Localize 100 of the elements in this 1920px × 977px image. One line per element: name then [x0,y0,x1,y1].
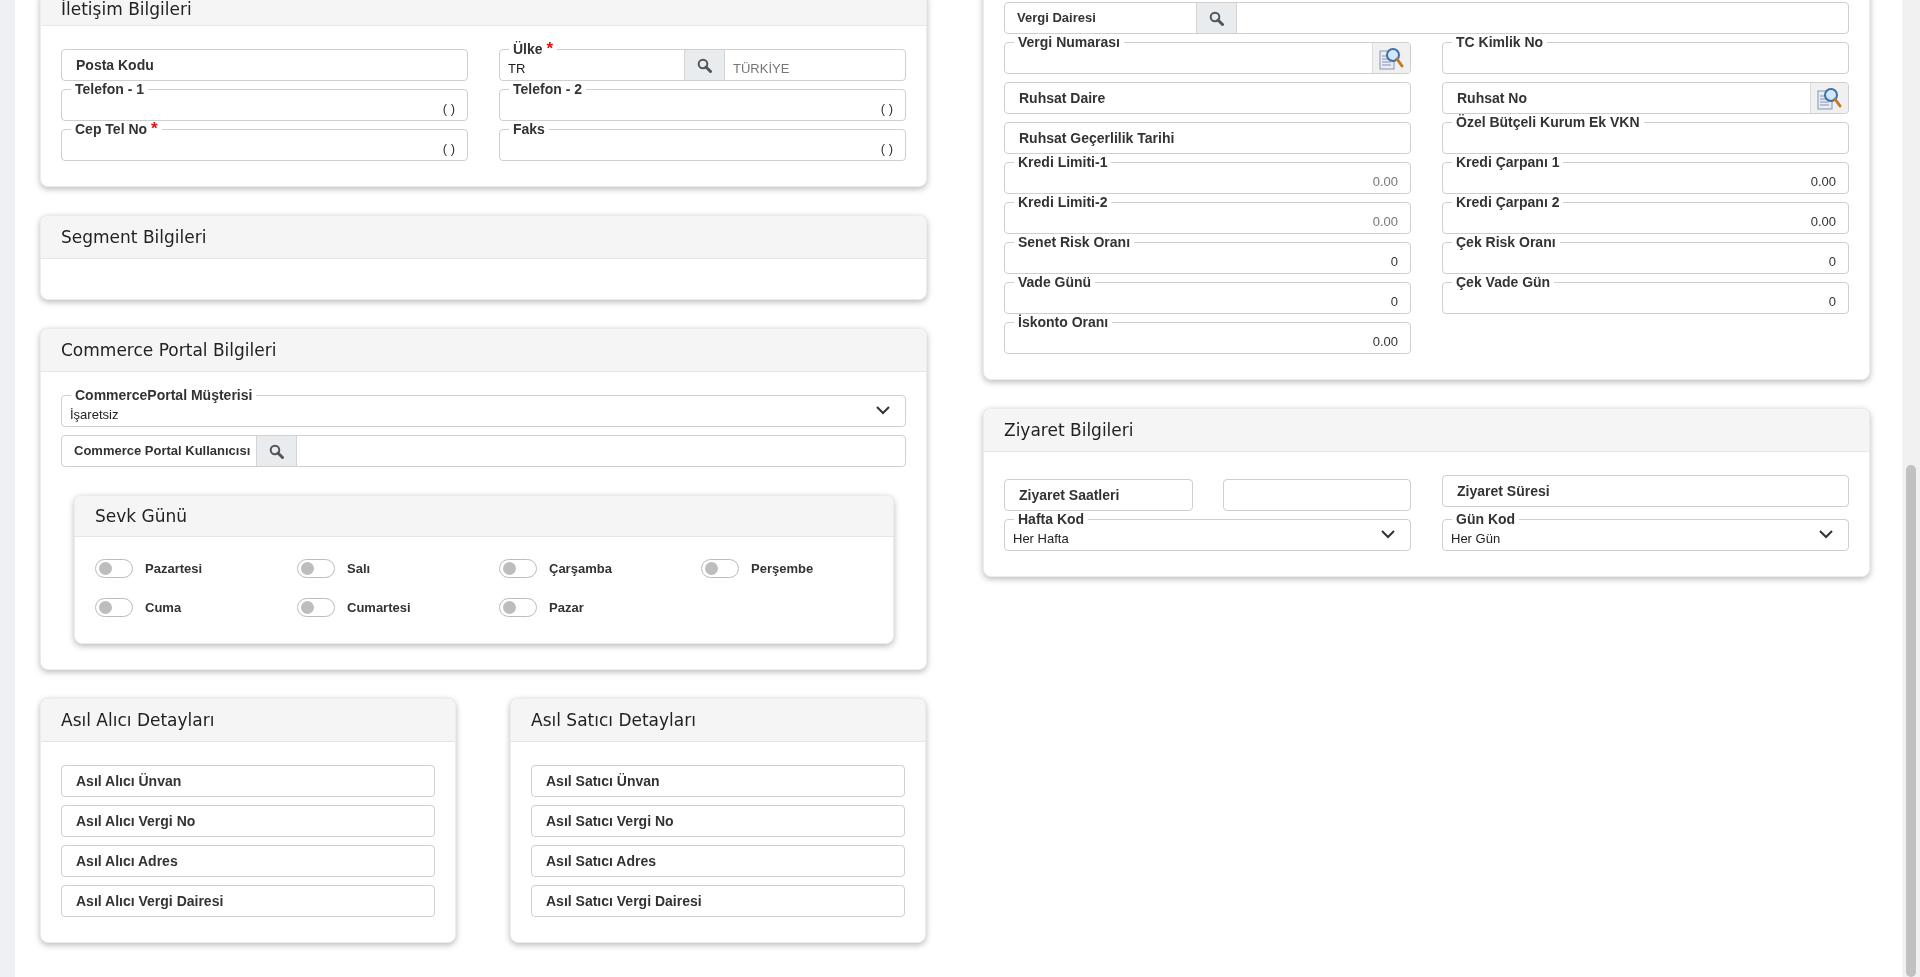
input-field[interactable]: Faks ( ) [499,121,906,161]
search-button[interactable] [1196,3,1237,33]
input-field[interactable]: Cep Tel No * ( ) [61,121,468,161]
input-field[interactable]: Ruhsat Daire [1004,82,1411,114]
field-value: ( ) [880,141,894,158]
field-label: Asıl Satıcı Vergi Dairesi [545,893,702,909]
input-field[interactable]: Ruhsat No [1442,82,1849,114]
field-label: Özel Bütçeli Kurum Ek VKN [1456,114,1640,130]
toggle-switch[interactable] [95,559,133,578]
field-label: İskonto Oranı [1018,314,1109,330]
field-label: Telefon - 2 [513,81,582,97]
input-field[interactable]: Telefon - 1 ( ) [61,81,468,121]
dropdown[interactable]: Hafta Kod Her Hafta [1004,511,1411,551]
field-label: Ruhsat No [1456,90,1527,106]
chevron-down-icon [1380,528,1396,540]
field-placeholder: 0.00 [1372,214,1399,231]
input-field[interactable]: Asıl Alıcı Vergi No [61,805,435,837]
input-field[interactable]: Kredi Çarpanı 1 0.00 [1442,154,1849,194]
field-label: Vergi Dairesi [1016,10,1097,26]
input-field[interactable]: Asıl Alıcı Adres [61,845,435,877]
field-value: 0 [1390,254,1399,271]
field-value: TR [508,61,526,76]
input-field[interactable] [1222,479,1411,511]
search-button[interactable] [684,50,725,80]
field-label: Hafta Kod [1018,511,1085,527]
dropdown[interactable]: Gün Kod Her Gün [1442,511,1849,551]
panel-title: Ziyaret Bilgileri [1004,420,1134,440]
search-button[interactable] [256,436,298,466]
field-label: Kredi Limiti-2 [1018,194,1108,210]
input-field[interactable]: Ruhsat Geçerlilik Tarihi [1004,122,1411,154]
field-label: Asıl Satıcı Ünvan [545,773,660,789]
toggle-switch[interactable] [297,559,335,578]
chevron-down-icon [875,404,891,416]
panel-title: Sevk Günü [95,506,188,526]
input-field[interactable]: Asıl Satıcı Adres [531,845,905,877]
input-field[interactable]: Çek Risk Oranı 0 [1442,234,1849,274]
field-label: Asıl Satıcı Vergi No [545,813,674,829]
toggle-switch[interactable] [297,598,335,617]
field-label: Vergi Numarası [1018,34,1120,50]
field-value: 0.00 [1810,214,1837,231]
required-mark: * [151,121,158,137]
switch-label: Salı [347,561,371,576]
input-field[interactable]: Özel Bütçeli Kurum Ek VKN [1442,114,1849,154]
dropdown-value: Her Gün [1450,531,1501,548]
input-field[interactable]: İskonto Oranı 0.00 [1004,314,1411,354]
input-field[interactable]: Asıl Alıcı Ünvan [61,765,435,797]
field-label: Gün Kod [1456,511,1516,527]
required-mark: * [546,41,554,57]
input-field[interactable]: Çek Vade Gün 0 [1442,274,1849,314]
toggle-switch[interactable] [95,598,133,617]
field-label: Asıl Alıcı Vergi No [75,813,196,829]
panel-title: İletişim Bilgileri [61,0,192,19]
toggle-switch[interactable] [499,559,537,578]
input-field[interactable]: Ülke * TR TÜRKİYE [499,41,906,81]
field-label: Asıl Alıcı Ünvan [75,773,182,789]
toggle-switch[interactable] [499,598,537,617]
field-label: Ruhsat Geçerlilik Tarihi [1018,130,1175,146]
input-field[interactable]: Asıl Satıcı Vergi Dairesi [531,885,905,917]
panel-title: Asıl Alıcı Detayları [61,710,215,730]
switch-label: Cuma [145,600,182,615]
field-label: Ülke [513,41,543,57]
input-field[interactable]: Ziyaret Süresi [1442,475,1849,507]
input-field[interactable]: Vergi Numarası [1004,34,1411,74]
field-label: Ziyaret Saatleri [1018,487,1120,503]
lookup-button[interactable] [1810,83,1848,113]
input-field[interactable]: Vergi Dairesi [1004,2,1849,34]
dropdown-value: İşaretsiz [69,407,119,424]
input-field[interactable]: Ziyaret Saatleri [1004,479,1193,511]
switch-label: Pazartesi [145,561,203,576]
input-field[interactable]: Commerce Portal Kullanıcısı [61,435,906,467]
input-field[interactable]: Kredi Çarpanı 2 0.00 [1442,194,1849,234]
input-field[interactable]: Senet Risk Oranı 0 [1004,234,1411,274]
scrollbar[interactable] [1902,0,1920,977]
input-field[interactable]: Asıl Alıcı Vergi Dairesi [61,885,435,917]
input-field[interactable]: Asıl Satıcı Vergi No [531,805,905,837]
field-label: Telefon - 1 [75,81,144,97]
field-label: Cep Tel No [75,121,148,137]
field-label: CommercePortal Müşterisi [75,387,253,403]
toggle-switch[interactable] [701,559,739,578]
input-field[interactable]: Kredi Limiti-1 0.00 [1004,154,1411,194]
input-field[interactable]: Asıl Satıcı Ünvan [531,765,905,797]
field-label: Kredi Çarpanı 2 [1456,194,1560,210]
input-field[interactable]: Posta Kodu [61,49,468,81]
field-label: Senet Risk Oranı [1018,234,1131,250]
panel-title: Commerce Portal Bilgileri [61,340,277,360]
switch-label: Cumartesi [347,600,411,615]
search-icon [269,443,285,459]
scrollbar-thumb[interactable] [1906,465,1916,977]
field-value: 0.00 [1372,334,1399,351]
document-search-icon [1817,86,1842,110]
input-field[interactable]: Kredi Limiti-2 0.00 [1004,194,1411,234]
input-field[interactable]: Telefon - 2 ( ) [499,81,906,121]
search-icon [697,57,712,73]
input-field[interactable]: Vade Günü 0 [1004,274,1411,314]
field-value: TÜRKİYE [732,61,790,78]
lookup-button[interactable] [1372,43,1410,73]
field-value: ( ) [442,101,456,118]
input-field[interactable]: TC Kimlik No [1442,34,1849,74]
field-label: Çek Vade Gün [1456,274,1551,290]
dropdown[interactable]: CommercePortal Müşterisi İşaretsiz [61,387,906,427]
